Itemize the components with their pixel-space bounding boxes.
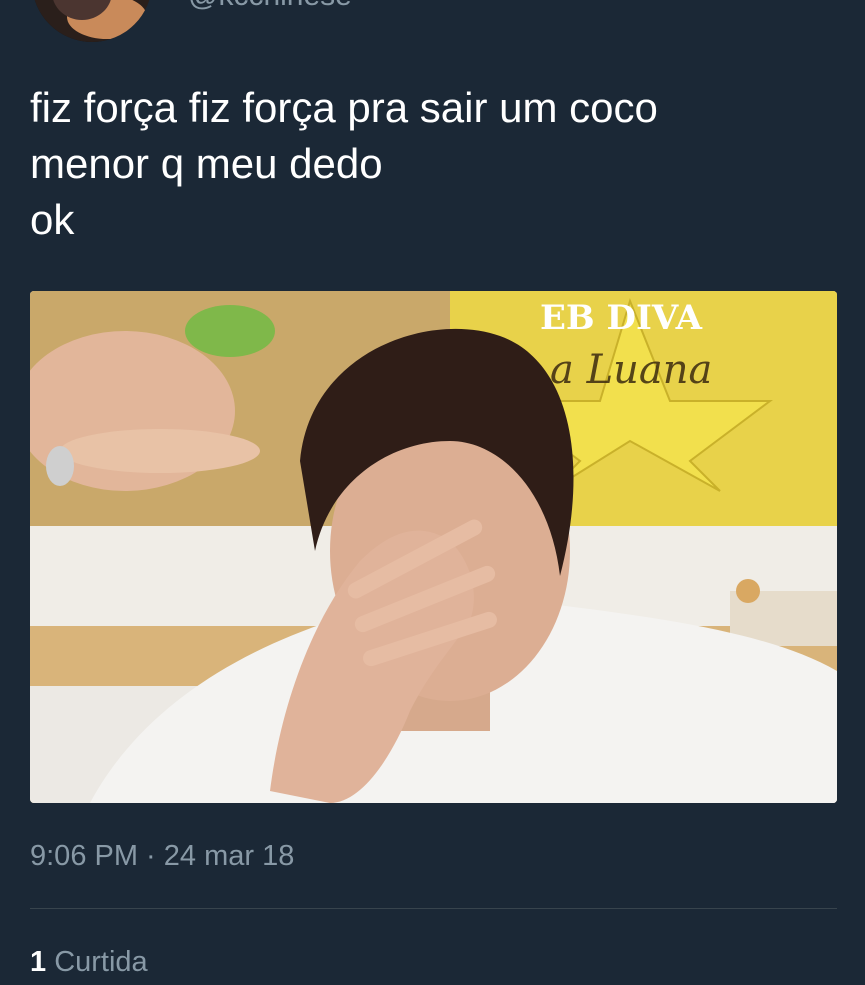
tweet-text-line-1: fiz força fiz força pra sair um coco: [30, 84, 658, 131]
tweet-text-line-3: ok: [30, 196, 75, 243]
likes-stat[interactable]: 1 Curtida: [30, 946, 148, 979]
svg-text:a Luana: a Luana: [550, 347, 712, 393]
likes-count: 1: [30, 946, 47, 978]
tweet-text-line-2: menor q meu dedo: [30, 140, 383, 187]
divider: [30, 908, 837, 909]
banner-text: EB DIVA: [540, 298, 703, 338]
avatar[interactable]: [32, 0, 152, 42]
avatar-image: [34, 0, 150, 42]
likes-label: Curtida: [54, 946, 148, 978]
tweet-timestamp[interactable]: 9:06 PM · 24 mar 18: [30, 840, 294, 873]
tweet-media-image[interactable]: EB DIVA a Luana: [30, 291, 837, 803]
media-photo: EB DIVA a Luana: [30, 291, 837, 803]
user-handle[interactable]: @kcchinese: [188, 0, 352, 14]
tweet-text: fiz força fiz força pra sair um coco men…: [30, 80, 830, 248]
